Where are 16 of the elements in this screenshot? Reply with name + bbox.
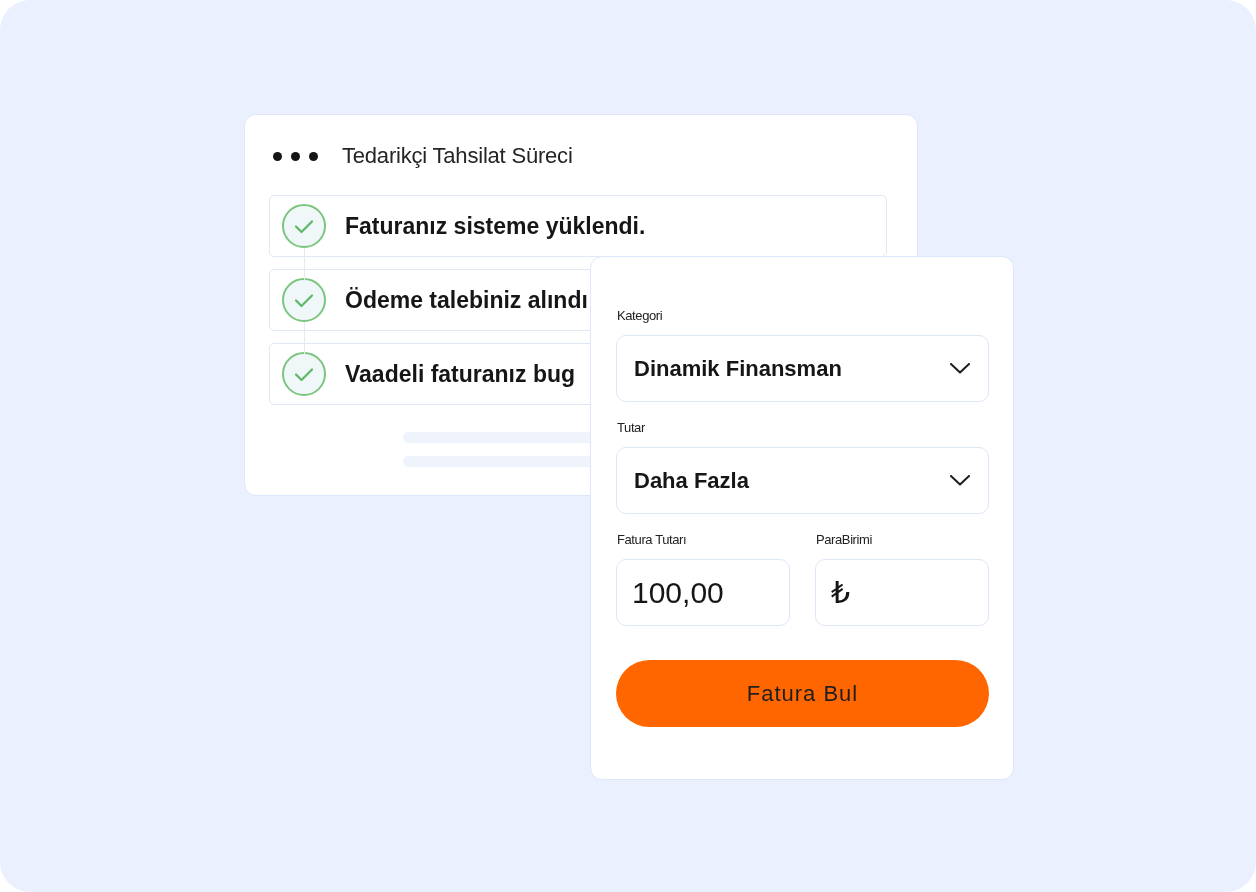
card-title: Tedarikçi Tahsilat Süreci <box>342 143 573 169</box>
field-label: Tutar <box>616 420 645 436</box>
chevron-down-icon <box>950 363 970 374</box>
submit-button[interactable]: Fatura Bul <box>616 660 989 727</box>
step-label: Vaadeli faturanız bug <box>345 360 576 388</box>
step-label: Faturanız sisteme yüklendi. <box>345 212 646 240</box>
field-label: ParaBirimi <box>815 532 872 548</box>
field-label: Kategori <box>616 308 663 324</box>
input-field[interactable]: 100,00 <box>616 559 790 626</box>
step-label: Ödeme talebiniz alındı <box>345 286 588 314</box>
input-field[interactable]: ₺ <box>815 559 989 626</box>
field-label: Fatura Tutarı <box>616 532 687 548</box>
chevron-down-icon <box>950 475 970 486</box>
dropdown-select[interactable]: Daha Fazla <box>616 447 989 514</box>
dots-icon <box>273 151 318 161</box>
dropdown-select[interactable]: Dinamik Finansman <box>616 335 989 402</box>
